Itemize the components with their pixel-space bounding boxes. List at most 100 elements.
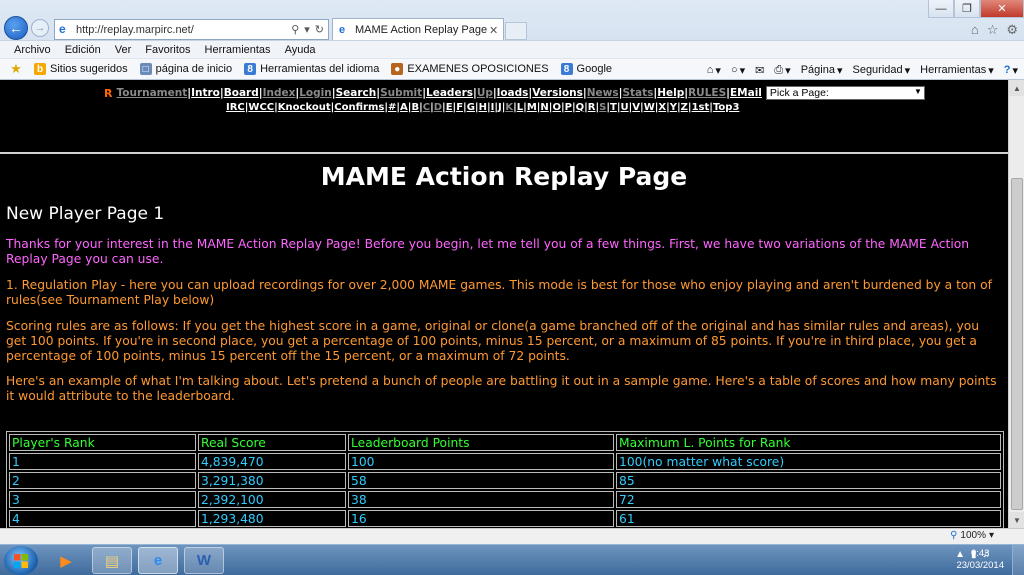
nav-link-submit[interactable]: Submit bbox=[380, 87, 422, 99]
security-menu[interactable]: Seguridad ▾ bbox=[852, 64, 910, 77]
nav-link-c[interactable]: C bbox=[423, 102, 430, 113]
close-button[interactable]: ✕ bbox=[980, 0, 1024, 18]
nav-link-m[interactable]: M bbox=[527, 102, 537, 113]
nav-link-b[interactable]: B bbox=[411, 102, 419, 113]
menu-item-ver[interactable]: Ver bbox=[115, 44, 132, 56]
new-tab-button[interactable] bbox=[505, 22, 527, 40]
nav-link-d[interactable]: D bbox=[434, 102, 442, 113]
nav-link-news[interactable]: News bbox=[587, 87, 619, 99]
start-button[interactable] bbox=[4, 546, 38, 575]
scroll-up-icon[interactable]: ▲ bbox=[1009, 80, 1024, 96]
nav-link-w[interactable]: W bbox=[644, 102, 655, 113]
nav-link-email[interactable]: EMail bbox=[730, 87, 762, 99]
zoom-control[interactable]: ⚲ 100% ▾ bbox=[950, 530, 994, 541]
b-icon: b bbox=[34, 63, 46, 75]
tab-close-icon[interactable]: ✕ bbox=[489, 24, 503, 37]
home-icon[interactable]: ⌂ bbox=[971, 22, 979, 38]
menu-item-edicion[interactable]: Edición bbox=[65, 44, 101, 56]
nav-link-a[interactable]: A bbox=[400, 102, 408, 113]
address-url[interactable]: http://replay.marpirc.net/ bbox=[76, 24, 291, 36]
minimize-button[interactable]: — bbox=[928, 0, 954, 18]
nav-link-leaders[interactable]: Leaders bbox=[426, 87, 473, 99]
scrollbar-thumb[interactable] bbox=[1011, 178, 1023, 510]
menu-item-favoritos[interactable]: Favoritos bbox=[145, 44, 190, 56]
print-command[interactable]: ⎙ ▾ bbox=[774, 64, 790, 77]
show-desktop-button[interactable] bbox=[1012, 545, 1024, 575]
nav-link-k[interactable]: K bbox=[505, 102, 513, 113]
vertical-scrollbar[interactable]: ▲ ▼ bbox=[1008, 80, 1024, 528]
nav-link-n[interactable]: N bbox=[540, 102, 548, 113]
nav-link-y[interactable]: Y bbox=[670, 102, 677, 113]
nav-link-tournament[interactable]: Tournament bbox=[116, 87, 187, 99]
back-button[interactable]: ← bbox=[4, 16, 28, 40]
nav-link-r[interactable]: R bbox=[588, 102, 596, 113]
mail-command[interactable]: ✉ bbox=[755, 64, 764, 77]
nav-link-top3[interactable]: Top3 bbox=[713, 102, 739, 113]
nav-link-o[interactable]: O bbox=[552, 102, 561, 113]
nav-link-e[interactable]: E bbox=[446, 102, 453, 113]
nav-link-confirms[interactable]: Confirms bbox=[334, 102, 384, 113]
nav-link-s[interactable]: S bbox=[599, 102, 606, 113]
menu-item-herramientas[interactable]: Herramientas bbox=[205, 44, 271, 56]
gear-icon[interactable]: ⚙ bbox=[1006, 22, 1018, 38]
nav-link-irc[interactable]: IRC bbox=[226, 102, 245, 113]
maximize-button[interactable]: ❐ bbox=[954, 0, 980, 18]
table-row: 3 2,392,100 38 72 bbox=[9, 491, 1001, 508]
nav-link-board[interactable]: Board bbox=[224, 87, 259, 99]
nav-link-loads[interactable]: loads bbox=[497, 87, 529, 99]
nav-link-login[interactable]: Login bbox=[299, 87, 332, 99]
help-menu[interactable]: ? ▾ bbox=[1004, 64, 1018, 77]
feeds-command[interactable]: ○ ▾ bbox=[731, 64, 745, 77]
dropdown-icon[interactable]: ▾ bbox=[304, 23, 310, 36]
nav-link-hash[interactable]: # bbox=[388, 102, 396, 113]
system-clock[interactable]: 0:43 23/03/2014 bbox=[956, 548, 1004, 572]
favorite-item-examenes[interactable]: ● EXAMENES OPOSICIONES bbox=[391, 63, 549, 75]
nav-link-up[interactable]: Up bbox=[477, 87, 493, 99]
nav-link-wcc[interactable]: WCC bbox=[248, 102, 274, 113]
google-icon: 8 bbox=[560, 63, 573, 75]
favorites-star-icon[interactable]: ☆ bbox=[987, 22, 999, 38]
page-menu[interactable]: Página ▾ bbox=[801, 64, 843, 77]
nav-link-q[interactable]: Q bbox=[576, 102, 585, 113]
nav-link-stats[interactable]: Stats bbox=[622, 87, 653, 99]
nav-link-1st[interactable]: 1st bbox=[692, 102, 710, 113]
taskbar-media-player[interactable]: ▶ bbox=[46, 547, 86, 574]
forward-button[interactable]: → bbox=[31, 19, 49, 37]
nav-link-x[interactable]: X bbox=[658, 102, 666, 113]
refresh-icon[interactable]: ↻ bbox=[315, 23, 324, 36]
favorite-item-google[interactable]: 8 Google bbox=[560, 63, 612, 75]
nav-link-knockout[interactable]: Knockout bbox=[278, 102, 331, 113]
nav-link-search[interactable]: Search bbox=[336, 87, 377, 99]
search-icon[interactable]: ⚲ bbox=[291, 23, 299, 36]
nav-link-help[interactable]: Help bbox=[657, 87, 684, 99]
nav-link-u[interactable]: U bbox=[621, 102, 629, 113]
nav-link-intro[interactable]: Intro bbox=[191, 87, 220, 99]
taskbar-internet-explorer[interactable]: e bbox=[138, 547, 178, 574]
favorites-star-add[interactable]: ★ bbox=[10, 61, 22, 76]
nav-link-g[interactable]: G bbox=[467, 102, 475, 113]
nav-link-z[interactable]: Z bbox=[681, 102, 688, 113]
nav-link-f[interactable]: F bbox=[456, 102, 463, 113]
favorite-item-sitios[interactable]: b Sitios sugeridos bbox=[34, 63, 128, 75]
nav-link-h[interactable]: H bbox=[479, 102, 487, 113]
scroll-down-icon[interactable]: ▼ bbox=[1009, 512, 1024, 528]
menu-item-archivo[interactable]: Archivo bbox=[14, 44, 51, 56]
taskbar-file-explorer[interactable]: ▤ bbox=[92, 547, 132, 574]
menu-item-ayuda[interactable]: Ayuda bbox=[285, 44, 316, 56]
browser-tab[interactable]: e MAME Action Replay Page ✕ bbox=[332, 18, 504, 41]
nav-link-index[interactable]: Index bbox=[263, 87, 296, 99]
tools-menu[interactable]: Herramientas ▾ bbox=[920, 64, 994, 77]
home-command[interactable]: ⌂ ▾ bbox=[707, 64, 721, 77]
pick-page-select[interactable]: Pick a Page: ▼ bbox=[765, 86, 925, 100]
site-nav-primary: R Tournament | Intro | Board | Index | Login | Sear… bbox=[0, 86, 1008, 100]
nav-link-versions[interactable]: Versions bbox=[532, 87, 583, 99]
nav-link-p[interactable]: P bbox=[565, 102, 572, 113]
address-bar[interactable]: e http://replay.marpirc.net/ ⚲ ▾ ↻ bbox=[54, 19, 329, 40]
nav-link-v[interactable]: V bbox=[632, 102, 640, 113]
favorite-item-idioma[interactable]: 8 Herramientas del idioma bbox=[244, 63, 379, 75]
taskbar-word[interactable]: W bbox=[184, 547, 224, 574]
cell-score: 2,392,100 bbox=[198, 491, 346, 508]
nav-link-t[interactable]: T bbox=[610, 102, 617, 113]
nav-link-rules[interactable]: RULES bbox=[688, 87, 726, 99]
favorite-item-inicio[interactable]: □ página de inicio bbox=[139, 63, 232, 75]
